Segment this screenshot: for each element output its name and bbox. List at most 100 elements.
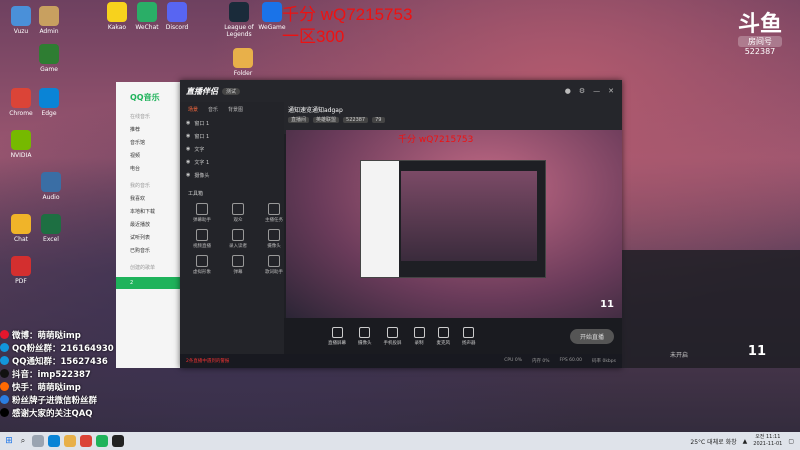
- stream-preview[interactable]: 千分 wQ7215753: [286, 130, 622, 318]
- start-live-button[interactable]: 开始直播: [569, 328, 614, 344]
- tool-button[interactable]: 视频直播: [186, 229, 218, 249]
- windows-start-icon[interactable]: ⊞: [0, 436, 18, 446]
- tool-button[interactable]: 观众: [222, 203, 254, 223]
- qq-nav-item[interactable]: 最近播放: [116, 215, 186, 228]
- control-button[interactable]: 麦克风: [437, 326, 450, 346]
- qq-music-window[interactable]: QQ音乐 在线音乐 推荐 音乐馆 视频 电台 我的音乐 我喜欢 本地和下载 最近播放 试听列…: [116, 82, 186, 368]
- desktop-icon[interactable]: Discord: [160, 2, 194, 31]
- scene-item[interactable]: ◉ 文字: [180, 143, 284, 156]
- qqmusic-icon[interactable]: [96, 435, 108, 447]
- desktop-icon[interactable]: Excel: [34, 214, 68, 243]
- desktop-icon[interactable]: WeChat: [130, 2, 164, 31]
- chrome-icon[interactable]: [80, 435, 92, 447]
- qq-nav-item[interactable]: 我喜欢: [116, 189, 186, 202]
- tool-button[interactable]: 弹幕: [222, 255, 254, 275]
- room-title[interactable]: 通知速览通知adgap: [288, 105, 618, 114]
- eye-icon[interactable]: ◉: [186, 172, 190, 179]
- desktop-icon-label: Audio: [42, 194, 60, 201]
- desktop-icon-label: NVIDIA: [10, 152, 32, 159]
- eye-icon[interactable]: ◉: [186, 159, 190, 166]
- contact-text: QQ粉丝群：216164930: [12, 343, 114, 354]
- control-button[interactable]: 摄像头: [358, 326, 372, 346]
- tab[interactable]: 音乐: [208, 106, 218, 113]
- desktop-icon[interactable]: PDF: [4, 256, 38, 285]
- desktop-icon[interactable]: Admin: [32, 6, 66, 35]
- desktop-icon[interactable]: NVIDIA: [4, 130, 38, 159]
- clock[interactable]: 오전 11:11 2021-11-01: [753, 434, 782, 448]
- desktop-icon-label: Folder: [233, 70, 253, 77]
- tool-label: 弹幕助手: [193, 218, 211, 223]
- douyu-logo: 斗鱼: [738, 12, 783, 37]
- control-button[interactable]: 录制: [413, 326, 425, 346]
- qq-nav-item[interactable]: 已购音乐: [116, 241, 186, 254]
- outer-count: 11: [747, 344, 766, 359]
- tool-button[interactable]: 虚拟形象: [186, 255, 218, 275]
- control-button[interactable]: 直播屏幕: [328, 326, 346, 346]
- settings-icon[interactable]: ⚙: [579, 87, 585, 95]
- room-tag: 79: [372, 117, 385, 123]
- tool-icon: [268, 229, 280, 241]
- tool-button[interactable]: 弹幕助手: [186, 203, 218, 223]
- weather-text[interactable]: 25°C 대체로 화창: [690, 437, 736, 446]
- scene-item[interactable]: ◉ 摄像头: [180, 169, 284, 182]
- explorer-icon[interactable]: [64, 435, 76, 447]
- eye-icon[interactable]: ◉: [186, 146, 190, 153]
- desktop-icon[interactable]: Game: [32, 44, 66, 73]
- scene-item[interactable]: ◉ 文字 1: [180, 156, 284, 169]
- tool-icon: [232, 255, 244, 267]
- live-app-icon[interactable]: [112, 435, 124, 447]
- qq-nav-item[interactable]: 电台: [116, 159, 186, 172]
- desktop-icon[interactable]: Kakao: [100, 2, 134, 31]
- close-icon[interactable]: ✕: [608, 87, 614, 95]
- avatar-icon[interactable]: ●: [565, 87, 571, 95]
- scene-label: 窗口 1: [194, 121, 210, 127]
- qq-active-item[interactable]: 2: [116, 277, 186, 289]
- qq-nav-item[interactable]: 试听列表: [116, 228, 186, 241]
- desktop-icon-label: WeChat: [135, 24, 159, 31]
- control-label: 直播屏幕: [328, 340, 346, 346]
- qq-nav-item[interactable]: 本地和下载: [116, 202, 186, 215]
- qq-nav-item[interactable]: 音乐馆: [116, 133, 186, 146]
- scene-item[interactable]: ◉ 窗口 1: [180, 117, 284, 130]
- desktop-icon[interactable]: Folder: [226, 48, 260, 77]
- control-button[interactable]: 扬声器: [462, 326, 476, 346]
- desktop-icon[interactable]: Edge: [32, 88, 66, 117]
- streaming-app-window[interactable]: 直播伴侣 测试 ● ⚙ — ✕ 场景 音乐 背景图 ◉ 窗口 1 ◉ 窗口 1 ◉ 文字 ◉ 文字…: [180, 80, 622, 368]
- room-tag: 直播间: [288, 117, 310, 123]
- edge-icon[interactable]: [48, 435, 60, 447]
- desktop-icon[interactable]: League of Legends: [222, 2, 256, 38]
- tab[interactable]: 背景图: [228, 106, 243, 113]
- control-label: 摄像头: [358, 340, 372, 346]
- preview-overlay-text: 千分 wQ7215753: [398, 135, 474, 145]
- control-icon: [387, 326, 398, 338]
- desktop-icon[interactable]: Chat: [4, 214, 38, 243]
- minimize-icon[interactable]: —: [593, 87, 600, 95]
- control-button[interactable]: 手机投屏: [384, 326, 402, 346]
- scene-item[interactable]: ◉ 窗口 1: [180, 130, 284, 143]
- notification-icon[interactable]: ▢: [788, 438, 794, 445]
- tool-label: 录入读者: [229, 244, 247, 249]
- network-icon[interactable]: ▲: [743, 438, 748, 445]
- qq-nav-item[interactable]: 推荐: [116, 120, 186, 133]
- eye-icon[interactable]: ◉: [186, 120, 190, 127]
- app-version-badge: 测试: [222, 87, 241, 95]
- contact-row: 微博：萌萌哒imp: [0, 328, 114, 341]
- status-bar: 2条直播中遇到的警报 CPU 0% 内存 0% FPS 60.00 码率 0kbps: [180, 354, 622, 368]
- scene-label: 文字 1: [194, 160, 210, 166]
- eye-icon[interactable]: ◉: [186, 133, 190, 140]
- qq-nav-item[interactable]: 视频: [116, 146, 186, 159]
- desktop-icon[interactable]: Audio: [34, 172, 68, 201]
- app-icon: [137, 2, 157, 22]
- room-number: 522387: [744, 47, 776, 56]
- tab[interactable]: 场景: [188, 106, 198, 113]
- contact-row: QQ粉丝群：216164930: [0, 341, 114, 354]
- tool-label: 弹幕: [233, 270, 243, 275]
- desktop-icon-label: League of Legends: [224, 24, 254, 38]
- status-warning[interactable]: 2条直播中遇到的警报: [186, 358, 229, 364]
- app-icon: [39, 44, 59, 64]
- task-view-icon[interactable]: [32, 435, 44, 447]
- clock-time: 오전 11:11: [755, 434, 781, 440]
- search-icon[interactable]: ⌕: [18, 436, 28, 446]
- desktop-icon-label: Edge: [41, 110, 57, 117]
- tool-button[interactable]: 录入读者: [222, 229, 254, 249]
